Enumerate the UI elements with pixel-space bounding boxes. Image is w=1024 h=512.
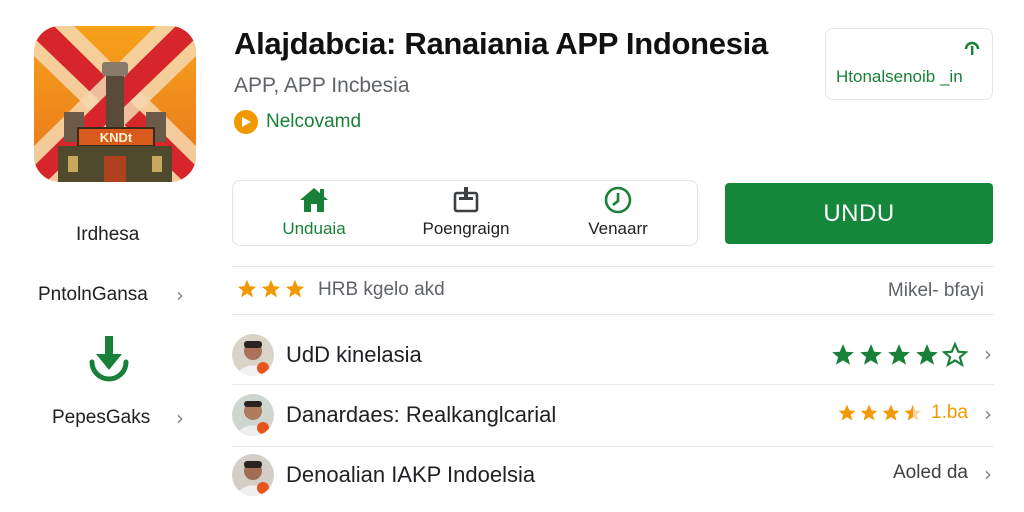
rating-summary-text: HRB kgelo akd [318, 279, 445, 300]
star-icon [237, 279, 257, 298]
review-stars [830, 342, 968, 368]
rating-summary-stars [236, 278, 306, 300]
left-link-2-label: PepesGaks [52, 407, 151, 428]
star-icon [860, 404, 878, 421]
review-name: UdD kinelasia [286, 342, 422, 367]
app-icon: KNDt [34, 26, 196, 182]
left-link-1-label: PntolnGansa [38, 284, 148, 305]
chevron-right-icon: › [176, 406, 184, 430]
info-icon [962, 37, 982, 62]
avatar [232, 334, 274, 376]
clock-icon [601, 185, 635, 215]
install-button[interactable]: UNDU [725, 183, 993, 244]
info-card-text: Htonalsenoib _in [836, 67, 963, 86]
actions-bar: Unduaia Poengraign Venaarr [232, 180, 698, 246]
review-name: Denoalian IAKP Indoelsia [286, 462, 536, 487]
review-name: Danardaes: Realkanglcarial [286, 402, 557, 427]
star-outline-icon [942, 342, 968, 368]
divider [232, 266, 994, 267]
country-label: Irdhesa [76, 224, 140, 245]
app-title: Alajdabcia: Ranaiania APP Indonesia [234, 26, 768, 61]
star-icon [916, 344, 938, 365]
rating-summary-right[interactable]: Mikel- bfayi [888, 280, 984, 302]
left-link-1[interactable]: PntolnGansa › [38, 283, 198, 312]
review-row[interactable]: Denoalian IAKP Indoelsia Aoled da › [232, 454, 994, 506]
developer-name: Nelcovamd [266, 111, 362, 132]
download-icon[interactable] [84, 334, 134, 388]
action-version-label: Venaarr [588, 219, 648, 238]
star-icon [838, 404, 856, 421]
info-card[interactable]: Htonalsenoib _in [825, 28, 993, 100]
action-download[interactable]: Unduaia [239, 181, 389, 247]
home-icon [297, 185, 331, 215]
review-row[interactable]: Danardaes: Realkanglcarial 1.ba › [232, 394, 994, 446]
action-download-label: Unduaia [282, 219, 346, 238]
chevron-right-icon: › [984, 402, 992, 426]
review-meta: Aoled da [892, 462, 968, 483]
star-icon [882, 404, 900, 421]
review-row[interactable]: UdD kinelasia › [232, 334, 994, 386]
divider [232, 446, 994, 447]
share-icon [449, 185, 483, 215]
chevron-right-icon: › [984, 462, 992, 486]
app-subtitle: APP, APP Incbesia [234, 74, 410, 97]
star-icon [285, 279, 305, 298]
star-icon [888, 344, 910, 365]
action-share-label: Poengraign [422, 219, 510, 238]
divider [232, 314, 994, 315]
star-icon [261, 279, 281, 298]
chevron-right-icon: › [176, 283, 184, 307]
chevron-right-icon: › [984, 342, 992, 366]
developer-row[interactable]: Nelcovamd [234, 110, 361, 134]
star-icon [832, 344, 854, 365]
avatar [232, 394, 274, 436]
star-icon [860, 344, 882, 365]
avatar [232, 454, 274, 496]
star-half-icon [904, 404, 922, 421]
review-score: 1.ba [931, 402, 968, 423]
review-stars: 1.ba [837, 402, 968, 424]
svg-text:KNDt: KNDt [100, 130, 133, 145]
action-version[interactable]: Venaarr [543, 181, 693, 247]
developer-badge-icon [234, 110, 258, 134]
action-share[interactable]: Poengraign [391, 181, 541, 247]
left-link-2[interactable]: PepesGaks › [52, 406, 198, 435]
